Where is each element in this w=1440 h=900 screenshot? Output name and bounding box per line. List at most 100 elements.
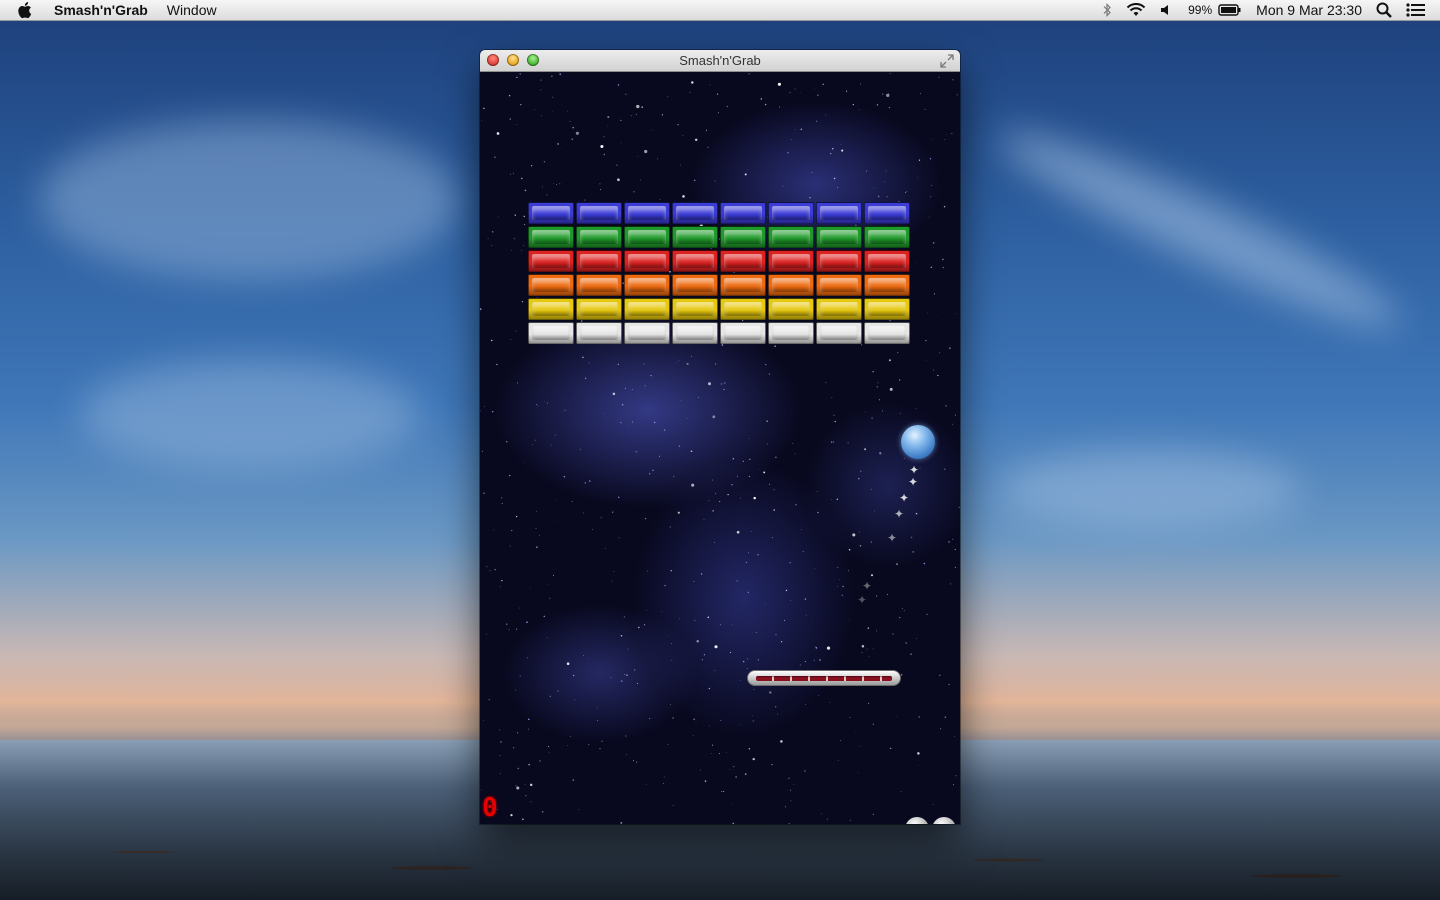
star bbox=[886, 594, 889, 596]
clock[interactable]: Mon 9 Mar 23:30 bbox=[1256, 2, 1362, 18]
star bbox=[535, 528, 537, 529]
star bbox=[635, 451, 637, 453]
star bbox=[600, 144, 604, 149]
star bbox=[596, 707, 598, 708]
star bbox=[657, 158, 658, 160]
star bbox=[509, 545, 511, 547]
star bbox=[523, 462, 524, 464]
star bbox=[861, 644, 865, 648]
notification-center-icon[interactable] bbox=[1406, 2, 1426, 18]
star bbox=[919, 467, 921, 469]
star bbox=[831, 499, 832, 500]
star bbox=[872, 813, 874, 815]
star bbox=[600, 517, 602, 519]
minimize-button[interactable] bbox=[507, 54, 519, 66]
star bbox=[795, 129, 797, 131]
star bbox=[552, 574, 555, 576]
star bbox=[771, 763, 773, 766]
star bbox=[751, 531, 752, 532]
zoom-button[interactable] bbox=[527, 54, 539, 66]
star bbox=[677, 511, 680, 514]
star bbox=[723, 790, 725, 793]
star bbox=[730, 802, 732, 804]
star bbox=[494, 568, 496, 571]
star bbox=[559, 183, 561, 185]
game-playfield[interactable]: ✦ ✦ ✦ ✦ ✦ ✦ ✦ 0 bbox=[480, 72, 960, 824]
star bbox=[513, 238, 515, 240]
status-area: 99% Mon 9 Mar 23:30 bbox=[1102, 0, 1440, 21]
star bbox=[714, 180, 716, 182]
star bbox=[635, 114, 637, 116]
cloud bbox=[987, 109, 1413, 351]
app-menu[interactable]: Smash'n'Grab bbox=[54, 2, 148, 18]
star bbox=[519, 607, 521, 609]
star bbox=[671, 643, 672, 645]
star bbox=[483, 719, 485, 721]
star bbox=[720, 719, 722, 721]
star bbox=[926, 613, 928, 616]
star bbox=[620, 821, 623, 824]
brick-red bbox=[528, 250, 574, 272]
spotlight-search-icon[interactable] bbox=[1376, 2, 1392, 18]
star bbox=[830, 441, 833, 443]
brick-blue bbox=[672, 202, 718, 224]
star bbox=[496, 132, 500, 135]
star bbox=[753, 496, 756, 500]
star bbox=[881, 410, 883, 412]
star bbox=[870, 541, 873, 543]
window-titlebar[interactable]: Smash'n'Grab bbox=[480, 50, 960, 72]
apple-menu-icon[interactable] bbox=[18, 1, 40, 19]
volume-icon[interactable] bbox=[1160, 3, 1174, 17]
menu-window[interactable]: Window bbox=[167, 2, 217, 18]
star bbox=[805, 703, 807, 705]
star bbox=[543, 161, 546, 163]
star bbox=[771, 537, 773, 539]
star bbox=[871, 417, 873, 419]
brick-white bbox=[576, 322, 622, 344]
star bbox=[837, 566, 839, 568]
wifi-icon[interactable] bbox=[1126, 3, 1146, 17]
brick-blue bbox=[576, 202, 622, 224]
star bbox=[652, 469, 654, 471]
star bbox=[773, 509, 775, 511]
star bbox=[552, 111, 553, 113]
battery-icon[interactable] bbox=[1218, 3, 1242, 17]
star bbox=[940, 728, 942, 730]
star bbox=[948, 541, 950, 543]
brick-green bbox=[768, 226, 814, 248]
star bbox=[868, 656, 870, 657]
brick-red bbox=[864, 250, 910, 272]
paddle[interactable] bbox=[747, 670, 901, 686]
star bbox=[686, 362, 689, 365]
star bbox=[637, 156, 639, 158]
star bbox=[641, 106, 643, 108]
star bbox=[794, 88, 796, 90]
fullscreen-icon[interactable] bbox=[940, 54, 954, 68]
cloud bbox=[40, 120, 460, 280]
star bbox=[499, 755, 501, 757]
brick-green bbox=[576, 226, 622, 248]
star bbox=[784, 619, 786, 621]
star bbox=[759, 469, 761, 470]
star bbox=[548, 584, 550, 585]
star bbox=[718, 753, 720, 755]
star bbox=[952, 784, 954, 786]
brick-white bbox=[528, 322, 574, 344]
star bbox=[659, 198, 661, 200]
star bbox=[644, 149, 648, 154]
star bbox=[516, 123, 518, 125]
star bbox=[888, 359, 891, 362]
star bbox=[522, 818, 524, 821]
star bbox=[524, 783, 526, 785]
star bbox=[666, 635, 668, 637]
close-button[interactable] bbox=[487, 54, 499, 66]
star bbox=[527, 657, 529, 659]
star bbox=[554, 499, 556, 501]
star bbox=[630, 115, 632, 117]
star bbox=[500, 585, 501, 587]
star bbox=[775, 706, 777, 708]
bluetooth-icon[interactable] bbox=[1102, 3, 1112, 17]
star bbox=[528, 728, 530, 730]
star bbox=[519, 675, 521, 677]
star bbox=[886, 93, 890, 98]
